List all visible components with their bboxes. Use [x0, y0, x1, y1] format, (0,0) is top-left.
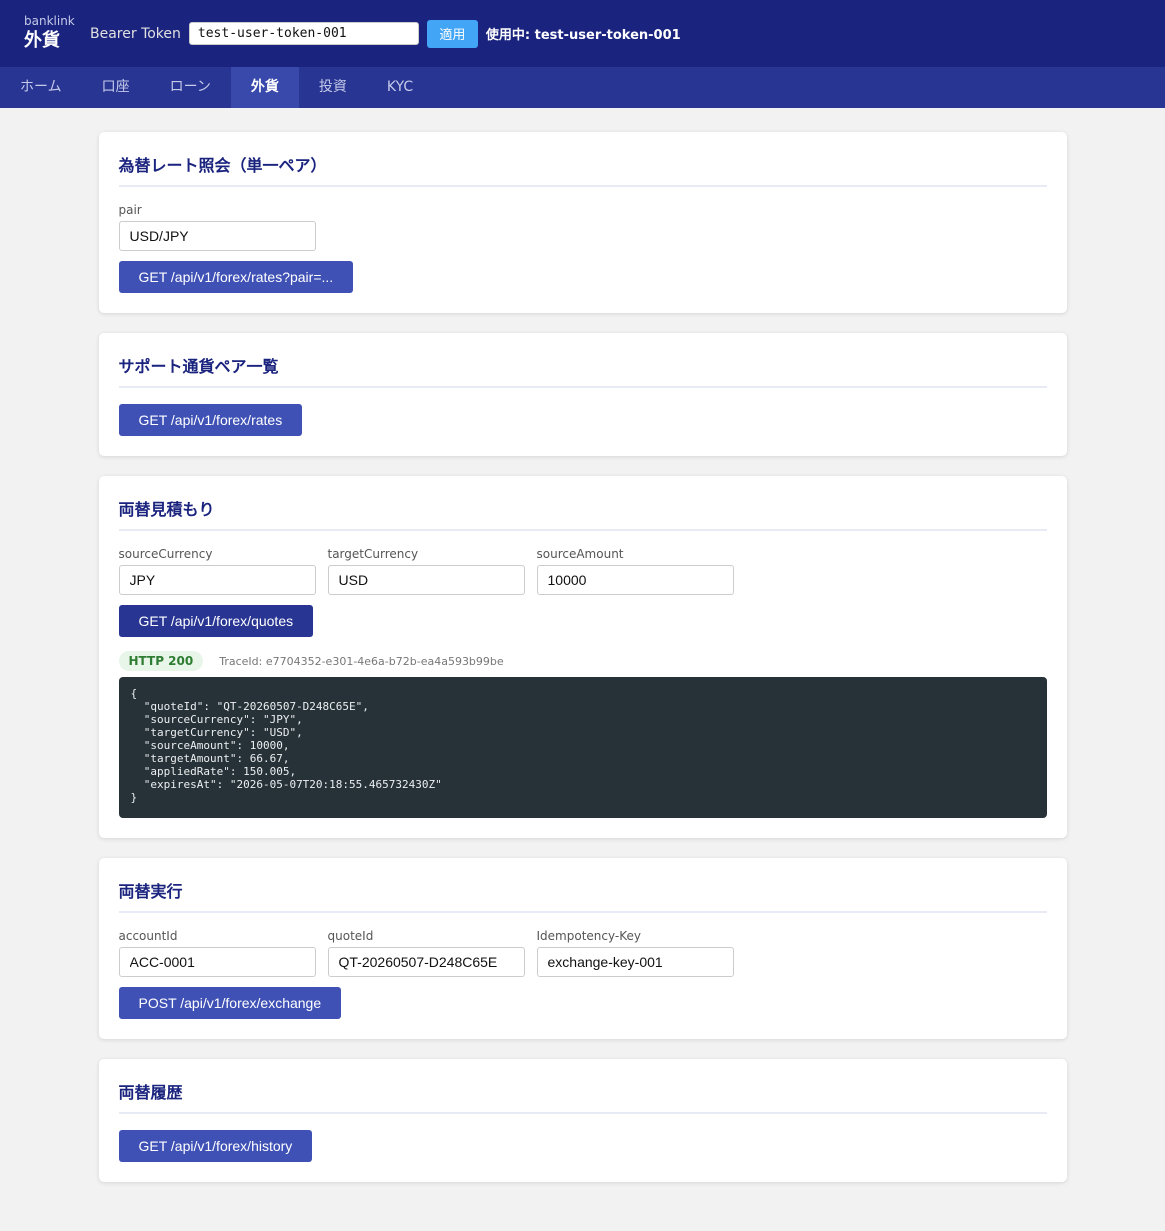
page-title: 外貨 — [24, 29, 60, 51]
source-currency-input[interactable] — [118, 565, 316, 595]
quote-id-label: quoteId — [327, 929, 374, 943]
account-id-label: accountId — [118, 929, 178, 943]
post-exchange-button[interactable]: POST /api/v1/forex/exchange — [118, 987, 342, 1019]
tab-home[interactable]: ホーム — [0, 67, 82, 108]
target-currency-input[interactable] — [327, 565, 525, 595]
pair-input[interactable] — [118, 221, 316, 251]
brand: banklink 外貨 — [24, 14, 90, 54]
rate-card: 為替レート照会（単一ペア） pair GET /api/v1/forex/rat… — [98, 132, 1067, 313]
source-amount-input[interactable] — [536, 565, 734, 595]
history-card-title: 両替履歴 — [118, 1079, 1047, 1114]
brand-name: banklink — [24, 13, 75, 28]
trace-id: TraceId: e7704352-e301-4e6a-b72b-ea4a593… — [219, 654, 504, 668]
tab-accounts[interactable]: 口座 — [82, 67, 150, 108]
quote-card-title: 両替見積もり — [118, 496, 1047, 531]
main-content: 為替レート照会（単一ペア） pair GET /api/v1/forex/rat… — [98, 132, 1067, 1182]
source-currency-label: sourceCurrency — [118, 547, 213, 561]
response-body: { "quoteId": "QT-20260507-D248C65E", "so… — [118, 677, 1047, 818]
tab-forex[interactable]: 外貨 — [230, 67, 299, 108]
tab-kyc[interactable]: KYC — [367, 67, 433, 108]
token-input[interactable] — [188, 22, 419, 45]
response-meta: HTTP 200 TraceId: e7704352-e301-4e6a-b72… — [118, 651, 1047, 671]
tab-loans[interactable]: ローン — [150, 67, 231, 108]
nav-tabs: ホーム 口座 ローン 外貨 投資 KYC — [0, 67, 1165, 108]
source-amount-label: sourceAmount — [536, 547, 624, 561]
quote-card: 両替見積もり sourceCurrency targetCurrency sou… — [98, 476, 1067, 838]
idempotency-key-label: Idempotency-Key — [536, 929, 641, 943]
tab-investments[interactable]: 投資 — [299, 67, 367, 108]
quote-id-input[interactable] — [327, 947, 525, 977]
token-label: Bearer Token — [90, 25, 181, 42]
get-history-button[interactable]: GET /api/v1/forex/history — [118, 1130, 313, 1162]
get-rate-button[interactable]: GET /api/v1/forex/rates?pair=... — [118, 261, 354, 293]
apply-token-button[interactable]: 適用 — [426, 19, 478, 48]
exchange-card-title: 両替実行 — [118, 878, 1047, 913]
exchange-card: 両替実行 accountId quoteId Idempotency-Key P… — [98, 858, 1067, 1039]
status-badge: HTTP 200 — [118, 651, 204, 671]
history-card: 両替履歴 GET /api/v1/forex/history — [98, 1059, 1067, 1182]
token-status: 使用中: test-user-token-001 — [485, 28, 681, 43]
get-quote-button[interactable]: GET /api/v1/forex/quotes — [118, 605, 314, 637]
idempotency-key-input[interactable] — [536, 947, 734, 977]
pair-label: pair — [118, 203, 142, 217]
account-id-input[interactable] — [118, 947, 316, 977]
rate-card-title: 為替レート照会（単一ペア） — [118, 152, 1047, 187]
pairs-card-title: サポート通貨ペア一覧 — [118, 353, 1047, 388]
pairs-card: サポート通貨ペア一覧 GET /api/v1/forex/rates — [98, 333, 1067, 456]
target-currency-label: targetCurrency — [327, 547, 419, 561]
top-bar: banklink 外貨 Bearer Token 適用 使用中: test-us… — [0, 0, 1165, 67]
get-rates-button[interactable]: GET /api/v1/forex/rates — [118, 404, 303, 436]
